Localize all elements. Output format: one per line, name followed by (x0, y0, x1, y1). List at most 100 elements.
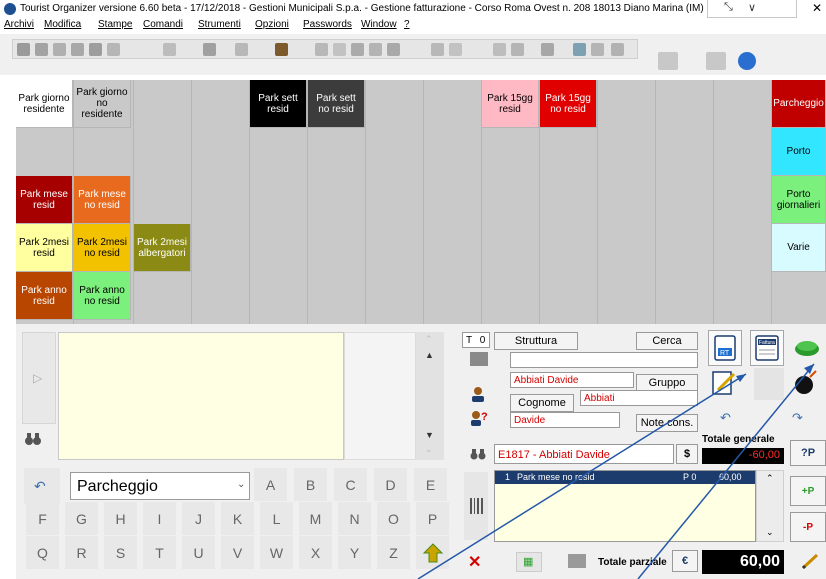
type-field[interactable]: T 0 (462, 332, 490, 348)
export-icon[interactable] (591, 43, 604, 56)
delete-icon[interactable]: ✕ (468, 552, 486, 571)
menu-opzioni[interactable]: Opzioni (255, 19, 289, 30)
fullscreen-icon[interactable] (706, 52, 726, 70)
stamp-icon[interactable] (351, 43, 364, 56)
keypad-key[interactable]: J (182, 502, 215, 535)
barcode-button[interactable] (464, 472, 488, 540)
grid-icon[interactable] (107, 43, 120, 56)
keypad-key[interactable]: O (377, 502, 410, 535)
keypad-key[interactable]: C (334, 468, 367, 501)
minus-p-button[interactable]: -P (790, 512, 826, 542)
keypad-key[interactable]: Q (26, 536, 59, 569)
product-tile[interactable]: Park anno resid (16, 272, 73, 320)
pen-icon[interactable] (431, 43, 444, 56)
keypad-key[interactable]: I (143, 502, 176, 535)
menu-archivi[interactable]: Archivi (4, 19, 34, 30)
print-icon[interactable] (17, 43, 30, 56)
chevron-up-icon[interactable]: ⌃ (766, 473, 774, 484)
keypad-key[interactable]: B (294, 468, 327, 501)
product-tile[interactable]: Porto (772, 128, 826, 176)
notes-area[interactable] (58, 332, 344, 460)
product-tile[interactable]: Park 15gg no resid (540, 80, 597, 128)
keypad-key[interactable]: X (299, 536, 332, 569)
chevron-up-icon[interactable]: ▲ (425, 350, 434, 360)
menu-strumenti[interactable]: Strumenti (198, 19, 241, 30)
keypad-key[interactable]: K (221, 502, 254, 535)
edit-document-icon[interactable] (710, 368, 744, 400)
product-tile[interactable]: Park 2mesi no resid (74, 224, 131, 272)
order-line[interactable]: 1 Park mese no resid P 0 60,00 (495, 471, 755, 484)
wrench-icon[interactable] (611, 43, 624, 56)
cash-button[interactable]: ▦ (516, 552, 542, 572)
filter-icon[interactable] (203, 43, 216, 56)
cerca-button[interactable]: Cerca (636, 332, 698, 350)
first-name-field[interactable]: Davide (510, 412, 620, 428)
table-icon[interactable] (333, 43, 346, 56)
coins-icon[interactable] (387, 43, 400, 56)
keypad-key[interactable]: D (374, 468, 407, 501)
lock-icon[interactable] (493, 43, 506, 56)
keypad-key[interactable]: N (338, 502, 371, 535)
receipt-rt-button[interactable]: RT (708, 330, 742, 366)
product-tile[interactable]: Park anno no resid (74, 272, 131, 320)
question-p-button[interactable]: ?P (790, 440, 826, 466)
keypad-key[interactable]: M (299, 502, 332, 535)
menu-window[interactable]: Window (361, 19, 397, 30)
client-name-field[interactable]: Abbiati Davide (510, 372, 634, 388)
menu-stampe[interactable]: Stampe (98, 19, 132, 30)
user-icon[interactable] (275, 43, 288, 56)
keypad-key[interactable]: Z (377, 536, 410, 569)
calendar-icon[interactable] (235, 43, 248, 56)
info-icon[interactable] (738, 52, 756, 70)
keypad-key[interactable]: L (260, 502, 293, 535)
envelope-icon[interactable] (568, 554, 586, 568)
keypad-key[interactable]: G (65, 502, 98, 535)
preview-icon[interactable] (35, 43, 48, 56)
keypad-key[interactable]: W (260, 536, 293, 569)
plus-p-button[interactable]: +P (790, 476, 826, 506)
keypad-key[interactable]: Y (338, 536, 371, 569)
product-tile[interactable]: Park 2mesi resid (16, 224, 73, 272)
keypad-key[interactable]: U (182, 536, 215, 569)
keypad-key[interactable]: S (104, 536, 137, 569)
refresh-icon[interactable] (573, 43, 586, 56)
close-icon[interactable]: ✕ (812, 1, 822, 15)
redo-icon[interactable]: ↷ (792, 410, 812, 425)
restore-icon[interactable]: ⤡ (724, 1, 733, 14)
product-tile[interactable]: Porto giornalieri (772, 176, 826, 224)
keypad-key[interactable]: H (104, 502, 137, 535)
product-tile[interactable]: Park sett resid (250, 80, 307, 128)
undo-button[interactable]: ↶ (24, 468, 60, 504)
menu-comandi[interactable]: Comandi (143, 19, 183, 30)
struttura-button[interactable]: Struttura (494, 332, 578, 350)
product-tile[interactable]: Varie (772, 224, 826, 272)
euro-button[interactable]: € (672, 550, 698, 572)
keypad-key[interactable]: P (416, 502, 449, 535)
keypad-key[interactable]: T (143, 536, 176, 569)
cognome-field[interactable]: Abbiati (580, 390, 698, 406)
scroll-left-panel[interactable]: ▷ (22, 332, 56, 424)
notes-scrollbar[interactable]: ⌃ ▲ ▼ ⌄ (416, 332, 444, 460)
cognome-button[interactable]: Cognome (510, 394, 574, 412)
keypad-key[interactable]: E (414, 468, 447, 501)
card-icon[interactable] (470, 352, 488, 366)
binoculars-icon[interactable] (24, 432, 48, 452)
key-icon[interactable] (511, 43, 524, 56)
pencil-icon[interactable] (800, 552, 824, 574)
document-icon[interactable] (315, 43, 328, 56)
order-scrollbar[interactable]: ⌃ ⌄ (756, 470, 784, 542)
keypad-key[interactable]: A (254, 468, 287, 501)
chevron-down-icon[interactable]: ∨ (748, 1, 756, 14)
product-tile[interactable]: Parcheggio (772, 80, 826, 128)
confirm-button[interactable] (416, 536, 449, 569)
expand-icon[interactable] (658, 52, 678, 70)
cut-icon[interactable] (71, 43, 84, 56)
product-tile[interactable]: Park giorno residente (16, 80, 73, 128)
client-question-icon[interactable]: ? (470, 410, 490, 428)
chevron-down-icon[interactable]: ⌄ (766, 527, 774, 538)
product-tile[interactable]: Park 2mesi albergatori (134, 224, 191, 272)
bomb-icon[interactable] (792, 368, 826, 400)
keypad-key[interactable]: R (65, 536, 98, 569)
dollar-button[interactable]: $ (676, 444, 698, 464)
menu-help[interactable]: ? (404, 19, 410, 30)
